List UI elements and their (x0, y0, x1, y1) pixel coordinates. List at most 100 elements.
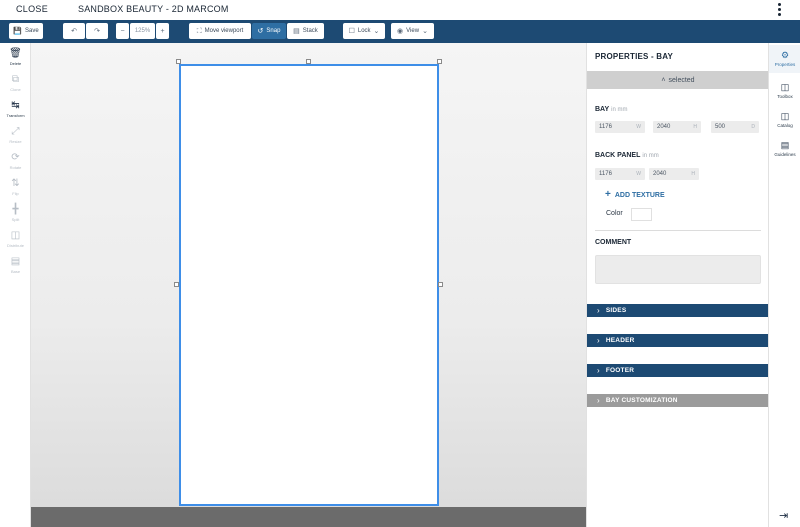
flip-icon: ⇅ (11, 178, 20, 189)
tool-flip[interactable]: ⇅ Flip (0, 178, 31, 204)
bay-unit: in mm (611, 107, 628, 113)
redo-button[interactable]: ↷ (86, 23, 108, 39)
move-viewport-button[interactable]: ⛶ Move viewport (189, 23, 251, 39)
undo-button[interactable]: ↶ (63, 23, 85, 39)
lock-group: ☐ Lock ⌄ (343, 23, 385, 39)
rail-label: Catalog (777, 123, 793, 128)
resize-handle-top[interactable] (306, 59, 311, 64)
lock-dropdown[interactable]: ☐ Lock ⌄ (343, 23, 385, 39)
bay-label: BAY (595, 106, 610, 113)
back-panel-height-field[interactable]: 2040 H (649, 168, 699, 180)
section-label: BAY CUSTOMIZATION (605, 397, 678, 404)
field-axis: W (636, 124, 641, 130)
rail-properties[interactable]: ⚙ Properties (769, 45, 800, 73)
tool-label: Resize (9, 139, 22, 144)
tool-distribute[interactable]: ◫ Distribute (0, 230, 31, 256)
tool-transform[interactable]: ↹ Transform (0, 100, 31, 126)
tool-label: Delete (9, 61, 22, 66)
tool-label: Flip (12, 191, 19, 196)
save-label: Save (25, 28, 39, 34)
zoom-group: − 125% + (116, 23, 169, 39)
undo-icon: ↶ (71, 27, 77, 35)
stack-icon: ▤ (293, 27, 300, 35)
tool-base[interactable]: ▤ Base (0, 256, 31, 282)
stack-button[interactable]: ▤ Stack (287, 23, 324, 39)
comment-input[interactable] (595, 255, 761, 284)
selected-bay[interactable] (179, 64, 439, 506)
top-bar: CLOSE SANDBOX BEAUTY - 2D MARCOM (0, 0, 800, 20)
field-value: 1176 (599, 124, 612, 130)
section-label: FOOTER (605, 367, 635, 374)
bay-width-field[interactable]: 1176 W (595, 121, 645, 133)
rail-toolbox[interactable]: ◫ Toolbox (769, 77, 800, 105)
add-texture-button[interactable]: + ADD TEXTURE (605, 190, 665, 200)
add-texture-label: ADD TEXTURE (614, 191, 665, 199)
bay-depth-field[interactable]: 500 D (711, 121, 759, 133)
rail-guidelines[interactable]: ▤ Guidelines (769, 135, 800, 163)
base-icon: ▤ (10, 256, 21, 267)
trash-icon: 🗑 (9, 48, 22, 59)
save-icon: 💾 (13, 27, 23, 35)
rail-catalog[interactable]: ◫ Catalog (769, 106, 800, 134)
back-panel-label: BACK PANEL (595, 152, 641, 159)
color-swatch[interactable] (631, 208, 652, 221)
chevron-right-icon: › (597, 396, 600, 405)
section-sides[interactable]: › SIDES (587, 304, 769, 317)
redo-icon: ↷ (94, 27, 100, 35)
section-header[interactable]: › HEADER (587, 334, 769, 347)
distribute-icon: ◫ (10, 230, 21, 241)
tools-sidebar: 🗑 Delete ⧉ Clone ↹ Transform ⤢ Resize ⟳ … (0, 43, 31, 527)
field-axis: H (693, 124, 697, 130)
save-button[interactable]: 💾 Save (9, 23, 43, 39)
tool-clone[interactable]: ⧉ Clone (0, 74, 31, 100)
field-axis: W (636, 171, 641, 177)
section-bay-customization[interactable]: › BAY CUSTOMIZATION (587, 394, 769, 407)
snap-icon: ↺ (257, 27, 264, 35)
right-rail: ⚙ Properties ◫ Toolbox ◫ Catalog ▤ Guide… (768, 43, 800, 527)
snap-button[interactable]: ↺ Snap (252, 23, 286, 39)
field-value: 500 (715, 124, 726, 130)
rail-label: Guidelines (774, 152, 796, 157)
move-viewport-label: Move viewport (204, 28, 244, 34)
selected-label: selected (668, 76, 695, 84)
field-axis: H (691, 171, 695, 177)
minus-icon: − (120, 27, 125, 35)
project-title: SANDBOX BEAUTY - 2D MARCOM (78, 4, 229, 14)
field-value: 1176 (599, 171, 612, 177)
design-canvas[interactable] (31, 43, 586, 507)
catalog-icon: ◫ (780, 111, 790, 121)
tool-split[interactable]: ╋ Split (0, 204, 31, 230)
chevron-up-icon: ˄ (661, 76, 666, 84)
tool-resize[interactable]: ⤢ Resize (0, 126, 31, 152)
chevron-right-icon: › (597, 336, 600, 345)
resize-handle-top-left[interactable] (176, 59, 181, 64)
toolbox-icon: ◫ (780, 82, 790, 92)
resize-handle-right[interactable] (438, 282, 443, 287)
exit-icon[interactable]: ⇥ (779, 509, 788, 522)
zoom-in-button[interactable]: + (156, 23, 169, 39)
section-footer[interactable]: › FOOTER (587, 364, 769, 377)
tool-rotate[interactable]: ⟳ Rotate (0, 152, 31, 178)
zoom-out-button[interactable]: − (116, 23, 129, 39)
resize-handle-left[interactable] (174, 282, 179, 287)
kebab-menu-icon[interactable] (778, 3, 782, 16)
view-dropdown[interactable]: ◉ View ⌄ (391, 23, 434, 39)
chevron-right-icon: › (597, 306, 600, 315)
back-panel-width-field[interactable]: 1176 W (595, 168, 645, 180)
close-button[interactable]: CLOSE (16, 4, 48, 14)
plus-icon: + (160, 27, 165, 35)
history-group: ↶ ↷ (63, 23, 108, 39)
tool-label: Clone (10, 87, 21, 92)
properties-icon: ⚙ (780, 50, 790, 60)
bay-height-field[interactable]: 2040 H (653, 121, 701, 133)
transform-icon: ↹ (11, 100, 20, 111)
selected-indicator[interactable]: ˄ selected (587, 71, 769, 89)
tool-delete[interactable]: 🗑 Delete (0, 48, 31, 74)
tool-label: Rotate (9, 165, 22, 170)
zoom-level[interactable]: 125% (130, 23, 155, 39)
split-icon: ╋ (12, 204, 19, 215)
resize-handle-top-right[interactable] (437, 59, 442, 64)
toolbar: 💾 Save ↶ ↷ − 125% + ⛶ Move viewport ↺ Sn… (0, 20, 800, 43)
guidelines-icon: ▤ (780, 140, 790, 150)
comment-label: COMMENT (595, 239, 632, 246)
